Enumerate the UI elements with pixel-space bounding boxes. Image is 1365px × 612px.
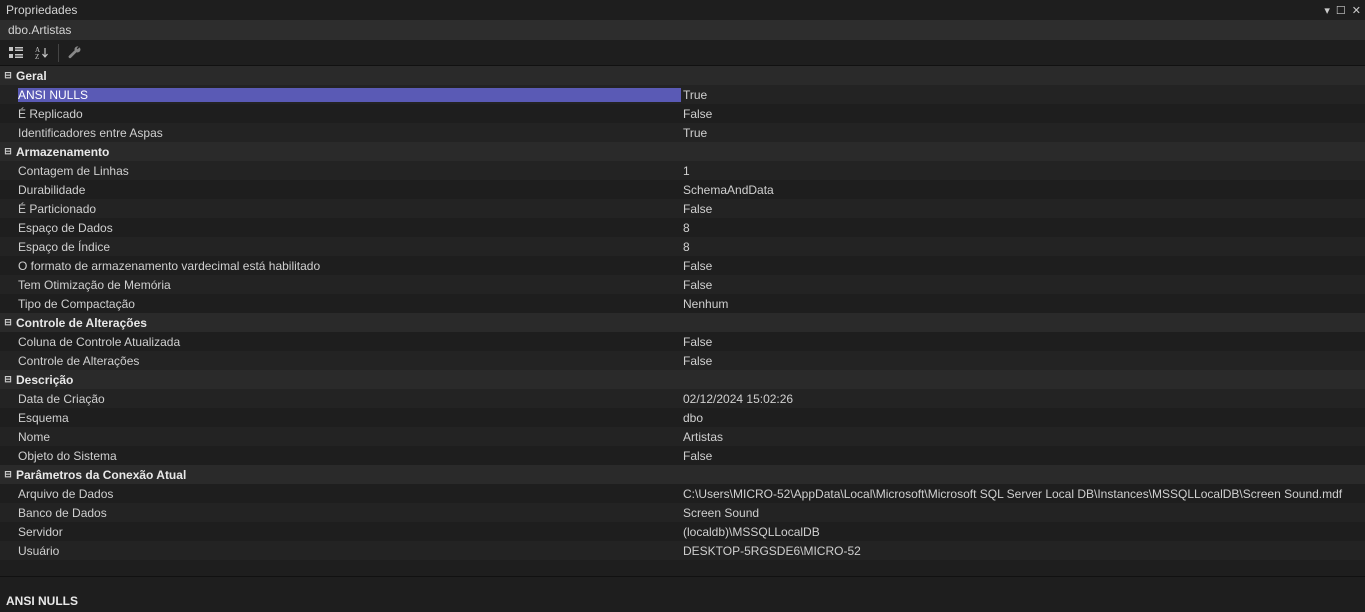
category-label: Geral <box>16 69 47 83</box>
property-name: Banco de Dados <box>18 506 681 520</box>
alphabetical-icon: A Z <box>34 45 50 61</box>
property-name: É Replicado <box>18 107 681 121</box>
property-value[interactable]: False <box>681 449 1365 463</box>
property-value[interactable]: False <box>681 278 1365 292</box>
property-value[interactable]: Artistas <box>681 430 1365 444</box>
property-value[interactable]: C:\Users\MICRO-52\AppData\Local\Microsof… <box>681 487 1365 501</box>
property-row[interactable]: Banco de DadosScreen Sound <box>0 503 1365 522</box>
alphabetical-button[interactable]: A Z <box>32 43 52 63</box>
collapse-icon[interactable]: ⊟ <box>0 146 16 157</box>
property-value[interactable]: DESKTOP-5RGSDE6\MICRO-52 <box>681 544 1365 558</box>
property-pages-button[interactable] <box>65 43 85 63</box>
property-row[interactable]: Tipo de CompactaçãoNenhum <box>0 294 1365 313</box>
property-row[interactable]: Esquemadbo <box>0 408 1365 427</box>
category-header[interactable]: ⊟Parâmetros da Conexão Atual <box>0 465 1365 484</box>
property-value[interactable]: False <box>681 259 1365 273</box>
property-name: O formato de armazenamento vardecimal es… <box>18 259 681 273</box>
dropdown-icon[interactable]: ▾ <box>1324 4 1330 17</box>
object-selector[interactable]: dbo.Artistas <box>0 20 1365 40</box>
property-value[interactable]: SchemaAndData <box>681 183 1365 197</box>
category-header[interactable]: ⊟Controle de Alterações <box>0 313 1365 332</box>
property-name: Identificadores entre Aspas <box>18 126 681 140</box>
toolbar-separator <box>58 44 59 62</box>
property-name: Espaço de Dados <box>18 221 681 235</box>
property-name: Controle de Alterações <box>18 354 681 368</box>
property-row[interactable]: Servidor(localdb)\MSSQLLocalDB <box>0 522 1365 541</box>
property-name: Esquema <box>18 411 681 425</box>
property-value[interactable]: True <box>681 88 1365 102</box>
selected-property-name: ANSI NULLS <box>6 594 1359 608</box>
category-header[interactable]: ⊟Descrição <box>0 370 1365 389</box>
collapse-icon[interactable]: ⊟ <box>0 70 16 81</box>
properties-toolbar: A Z <box>0 40 1365 66</box>
property-row[interactable]: Espaço de Índice8 <box>0 237 1365 256</box>
property-value[interactable]: 02/12/2024 15:02:26 <box>681 392 1365 406</box>
property-row[interactable]: Data de Criação02/12/2024 15:02:26 <box>0 389 1365 408</box>
property-value[interactable]: True <box>681 126 1365 140</box>
property-value[interactable]: False <box>681 354 1365 368</box>
category-header[interactable]: ⊟Armazenamento <box>0 142 1365 161</box>
property-row[interactable]: UsuárioDESKTOP-5RGSDE6\MICRO-52 <box>0 541 1365 560</box>
property-value[interactable]: dbo <box>681 411 1365 425</box>
property-row[interactable]: Arquivo de DadosC:\Users\MICRO-52\AppDat… <box>0 484 1365 503</box>
panel-title: Propriedades <box>4 3 1324 17</box>
property-grid[interactable]: ⊟GeralANSI NULLSTrueÉ ReplicadoFalseIden… <box>0 66 1365 576</box>
property-row[interactable]: Controle de AlteraçõesFalse <box>0 351 1365 370</box>
categorized-button[interactable] <box>6 43 26 63</box>
property-name: Contagem de Linhas <box>18 164 681 178</box>
property-value[interactable]: 8 <box>681 240 1365 254</box>
maximize-icon[interactable]: ☐ <box>1336 4 1346 17</box>
collapse-icon[interactable]: ⊟ <box>0 317 16 328</box>
panel-titlebar: Propriedades ▾ ☐ ✕ <box>0 0 1365 20</box>
panel-window-controls: ▾ ☐ ✕ <box>1324 4 1361 17</box>
property-name: Data de Criação <box>18 392 681 406</box>
collapse-icon[interactable]: ⊟ <box>0 469 16 480</box>
category-label: Controle de Alterações <box>16 316 147 330</box>
property-value[interactable]: Nenhum <box>681 297 1365 311</box>
property-row[interactable]: Objeto do SistemaFalse <box>0 446 1365 465</box>
property-row[interactable]: DurabilidadeSchemaAndData <box>0 180 1365 199</box>
category-label: Armazenamento <box>16 145 109 159</box>
property-value[interactable]: (localdb)\MSSQLLocalDB <box>681 525 1365 539</box>
svg-text:Z: Z <box>35 53 39 61</box>
property-value[interactable]: 1 <box>681 164 1365 178</box>
property-row[interactable]: NomeArtistas <box>0 427 1365 446</box>
wrench-icon <box>67 45 83 61</box>
category-header[interactable]: ⊟Geral <box>0 66 1365 85</box>
property-name: Tipo de Compactação <box>18 297 681 311</box>
property-name: Objeto do Sistema <box>18 449 681 463</box>
property-value[interactable]: False <box>681 335 1365 349</box>
property-name: Espaço de Índice <box>18 240 681 254</box>
property-value[interactable]: 8 <box>681 221 1365 235</box>
property-name: Nome <box>18 430 681 444</box>
property-row[interactable]: Identificadores entre AspasTrue <box>0 123 1365 142</box>
property-value[interactable]: False <box>681 202 1365 216</box>
property-value[interactable]: False <box>681 107 1365 121</box>
property-name: ANSI NULLS <box>18 88 681 102</box>
object-name: dbo.Artistas <box>8 23 71 37</box>
property-name: Arquivo de Dados <box>18 487 681 501</box>
property-row[interactable]: ANSI NULLSTrue <box>0 85 1365 104</box>
description-pane: ANSI NULLS <box>0 576 1365 612</box>
category-label: Parâmetros da Conexão Atual <box>16 468 186 482</box>
property-name: Usuário <box>18 544 681 558</box>
property-name: Coluna de Controle Atualizada <box>18 335 681 349</box>
property-row[interactable]: É ReplicadoFalse <box>0 104 1365 123</box>
property-row[interactable]: Contagem de Linhas1 <box>0 161 1365 180</box>
property-value[interactable]: Screen Sound <box>681 506 1365 520</box>
property-row[interactable]: Espaço de Dados8 <box>0 218 1365 237</box>
property-row[interactable]: É ParticionadoFalse <box>0 199 1365 218</box>
category-label: Descrição <box>16 373 73 387</box>
property-row[interactable]: Coluna de Controle AtualizadaFalse <box>0 332 1365 351</box>
categorized-icon <box>8 45 24 61</box>
property-name: Durabilidade <box>18 183 681 197</box>
property-row[interactable]: O formato de armazenamento vardecimal es… <box>0 256 1365 275</box>
property-name: Servidor <box>18 525 681 539</box>
property-name: É Particionado <box>18 202 681 216</box>
property-row[interactable]: Tem Otimização de MemóriaFalse <box>0 275 1365 294</box>
collapse-icon[interactable]: ⊟ <box>0 374 16 385</box>
property-name: Tem Otimização de Memória <box>18 278 681 292</box>
close-icon[interactable]: ✕ <box>1352 4 1361 17</box>
